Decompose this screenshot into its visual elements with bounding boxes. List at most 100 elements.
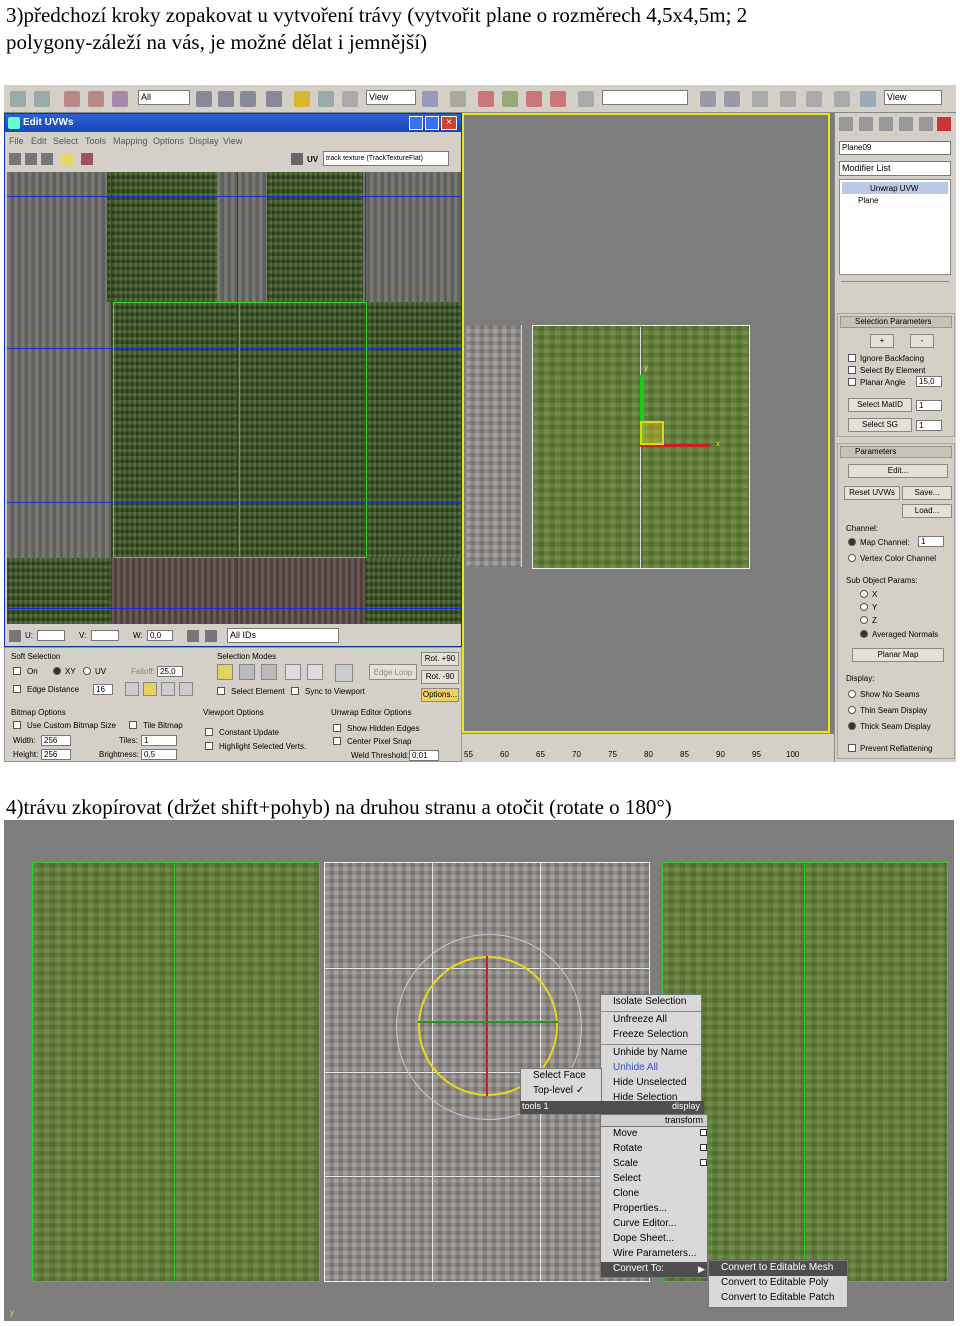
menu-options[interactable]: Options [153,136,184,146]
menu-item-rotate[interactable]: Rotate [601,1142,707,1157]
mirror-tool-icon[interactable] [81,153,93,165]
menu-item-isolate-selection[interactable]: Isolate Selection [601,995,701,1010]
ids-dropdown[interactable]: All IDs [227,628,339,643]
edge-distance-spinner[interactable]: 16 [93,684,113,695]
planar-angle-spinner[interactable]: 15,0 [916,376,942,387]
display-tab-icon[interactable] [919,117,933,131]
pivot-center-icon[interactable] [422,91,438,107]
stack-item-plane[interactable]: Plane [858,196,878,206]
link-icon[interactable] [64,91,80,107]
menu-item-curve-editor[interactable]: Curve Editor... [601,1217,707,1232]
rot-minus-90-button[interactable]: Rot. -90 [421,670,459,684]
center-pixel-snap-checkbox[interactable] [333,737,341,745]
menu-item-unhide-all[interactable]: Unhide All [601,1061,701,1076]
undo-icon[interactable] [10,91,26,107]
thick-seam-radio[interactable] [848,722,856,730]
shrink-selection-button[interactable]: - [910,334,934,348]
scale-settings-icon[interactable] [700,1159,707,1166]
map-channel-spinner[interactable]: 1 [918,536,944,547]
viewport-perspective[interactable]: y x [462,113,830,733]
hierarchy-tab-icon[interactable] [879,117,893,131]
planar-map-button[interactable]: Planar Map [852,648,944,662]
select-object-icon[interactable] [196,91,212,107]
options-button[interactable]: Options... [421,688,459,702]
averaged-normals-radio[interactable] [860,630,868,638]
face-mode-icon[interactable] [261,664,277,680]
y-radio[interactable] [860,603,868,611]
create-tab-icon[interactable] [839,117,853,131]
bind-space-warp-icon[interactable] [112,91,128,107]
weld-threshold-spinner[interactable]: 0,01 [409,750,439,761]
snap-toggle-icon[interactable] [478,91,494,107]
ignore-backfacing-checkbox[interactable] [848,354,856,362]
align-icon[interactable] [724,91,740,107]
menu-item-dope-sheet[interactable]: Dope Sheet... [601,1232,707,1247]
grass-plane-left[interactable] [32,862,320,1282]
falloff-slow-icon[interactable] [179,682,193,696]
brightness-spinner[interactable]: 0,5 [141,749,177,760]
custom-bitmap-size-checkbox[interactable] [13,721,21,729]
freeform-tool-icon[interactable] [61,153,73,165]
selection-filter-dropdown[interactable]: All [138,90,190,105]
menu-item-hide-unselected[interactable]: Hide Unselected [601,1076,701,1091]
edit-button[interactable]: Edit... [848,464,948,478]
thin-seam-radio[interactable] [848,706,856,714]
select-by-element-checkbox[interactable] [848,366,856,374]
select-matid-button[interactable]: Select MatID [848,398,912,412]
rot-plus-90-button[interactable]: Rot. +90 [421,652,459,666]
menu-mapping[interactable]: Mapping [113,136,148,146]
move-tool-icon[interactable] [9,153,21,165]
menu-tools[interactable]: Tools [85,136,106,146]
constant-update-checkbox[interactable] [205,728,213,736]
select-manipulate-icon[interactable] [450,91,466,107]
curve-editor-icon[interactable] [780,91,796,107]
falloff-linear-icon[interactable] [143,682,157,696]
menu-edit[interactable]: Edit [31,136,47,146]
modify-tab-icon[interactable] [859,117,873,131]
sync-viewport-checkbox[interactable] [291,687,299,695]
map-channel-radio[interactable] [848,538,856,546]
redo-icon[interactable] [34,91,50,107]
menu-item-properties[interactable]: Properties... [601,1202,707,1217]
falloff-fast-icon[interactable] [161,682,175,696]
menu-item-convert-editable-mesh[interactable]: Convert to Editable Mesh [709,1261,847,1276]
window-crossing-icon[interactable] [266,91,282,107]
x-radio[interactable] [860,590,868,598]
edge-distance-checkbox[interactable] [13,685,21,693]
percent-snap-icon[interactable] [526,91,542,107]
show-map-icon[interactable] [291,153,303,165]
render-setup-icon[interactable] [860,91,876,107]
v-spinner[interactable] [91,630,119,641]
menu-item-freeze-selection[interactable]: Freeze Selection [601,1028,701,1043]
uv-canvas[interactable] [7,172,461,624]
menu-view[interactable]: View [223,136,242,146]
falloff-curve-icon[interactable] [125,682,139,696]
select-sg-button[interactable]: Select SG [848,418,912,432]
falloff-spinner[interactable]: 25,0 [157,666,183,677]
menu-select[interactable]: Select [53,136,78,146]
grow-selection-button[interactable]: + [870,334,894,348]
material-editor-icon[interactable] [834,91,850,107]
planar-angle-checkbox[interactable] [848,378,856,386]
angle-snap-icon[interactable] [502,91,518,107]
texture-dropdown[interactable]: track texture (TrackTextureFlat) [323,151,449,166]
lock-icon[interactable] [9,630,21,642]
paint-select-icon[interactable] [335,664,353,682]
z-radio[interactable] [860,616,868,624]
layer-manager-icon[interactable] [752,91,768,107]
tile-bitmap-checkbox[interactable] [129,721,137,729]
save-button[interactable]: Save... [902,486,952,500]
menu-item-convert-editable-patch[interactable]: Convert to Editable Patch [709,1291,847,1306]
show-hidden-edges-checkbox[interactable] [333,724,341,732]
menu-display[interactable]: Display [189,136,219,146]
select-matid-spinner[interactable]: 1 [916,400,942,411]
select-by-name-icon[interactable] [218,91,234,107]
paint-icon[interactable] [205,630,217,642]
height-spinner[interactable]: 256 [41,749,71,760]
w-spinner[interactable]: 0,0 [147,630,173,641]
rect-selection-icon[interactable] [240,91,256,107]
time-ruler[interactable]: 55 60 65 70 75 80 85 90 95 100 [462,733,834,762]
menu-item-convert-editable-poly[interactable]: Convert to Editable Poly [709,1276,847,1291]
menu-file[interactable]: File [9,136,24,146]
render-view-dropdown[interactable]: View [884,90,942,105]
